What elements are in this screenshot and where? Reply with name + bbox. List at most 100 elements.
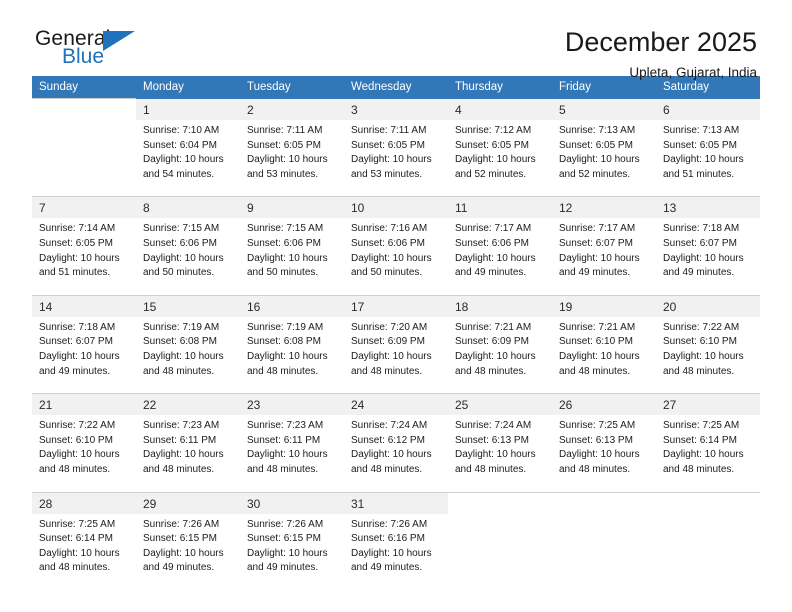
day-number[interactable]: 31 [344, 491, 448, 514]
day-cell[interactable]: Sunrise: 7:17 AM Sunset: 6:07 PM Daylight:… [552, 218, 656, 296]
daylight-text-line2: and 48 minutes. [663, 365, 735, 377]
day-cell[interactable]: Sunrise: 7:26 AM Sunset: 6:15 PM Daylight:… [136, 513, 240, 590]
day-number[interactable]: 15 [136, 294, 240, 317]
day-number[interactable]: 27 [656, 393, 760, 416]
day-cell[interactable]: Sunrise: 7:24 AM Sunset: 6:13 PM Daylight:… [448, 415, 552, 492]
day-number[interactable]: 24 [344, 393, 448, 416]
day-cell[interactable]: Sunrise: 7:22 AM Sunset: 6:10 PM Daylight:… [656, 316, 760, 394]
day-number[interactable]: 9 [240, 196, 344, 219]
sunset-text: Sunset: 6:05 PM [351, 139, 425, 151]
day-cell[interactable]: Sunrise: 7:18 AM Sunset: 6:07 PM Daylight:… [656, 218, 760, 296]
day-cell[interactable]: Sunrise: 7:17 AM Sunset: 6:06 PM Daylight:… [448, 218, 552, 296]
day-number[interactable]: 16 [240, 294, 344, 317]
day-number[interactable]: 2 [240, 98, 344, 120]
day-cell-empty [32, 120, 136, 197]
day-cell[interactable]: Sunrise: 7:23 AM Sunset: 6:11 PM Daylight:… [136, 415, 240, 492]
general-blue-logo[interactable]: General Blue [35, 28, 155, 74]
daylight-text-line2: and 49 minutes. [663, 267, 735, 279]
day-number[interactable]: 20 [656, 294, 760, 317]
day-cell[interactable]: Sunrise: 7:20 AM Sunset: 6:09 PM Daylight:… [344, 316, 448, 394]
day-cell[interactable]: Sunrise: 7:26 AM Sunset: 6:15 PM Daylight:… [240, 513, 344, 590]
sunset-text: Sunset: 6:15 PM [247, 533, 321, 545]
day-cell[interactable]: Sunrise: 7:12 AM Sunset: 6:05 PM Daylight:… [448, 120, 552, 197]
day-cell[interactable]: Sunrise: 7:11 AM Sunset: 6:05 PM Daylight:… [240, 120, 344, 197]
sunrise-text: Sunrise: 7:18 AM [663, 223, 740, 235]
daylight-text-line1: Daylight: 10 hours [39, 547, 120, 559]
daylight-text-line2: and 49 minutes. [559, 267, 631, 279]
week-daynumber-row: 14 15 16 17 18 19 20 [32, 294, 760, 317]
day-cell[interactable]: Sunrise: 7:10 AM Sunset: 6:04 PM Daylight:… [136, 120, 240, 197]
sunset-text: Sunset: 6:11 PM [143, 434, 217, 446]
day-cell[interactable]: Sunrise: 7:24 AM Sunset: 6:12 PM Daylight:… [344, 415, 448, 492]
day-number[interactable]: 26 [552, 393, 656, 416]
day-cell[interactable]: Sunrise: 7:26 AM Sunset: 6:16 PM Daylight:… [344, 513, 448, 590]
day-cell[interactable]: Sunrise: 7:19 AM Sunset: 6:08 PM Daylight:… [240, 316, 344, 394]
day-number[interactable]: 17 [344, 294, 448, 317]
day-cell[interactable]: Sunrise: 7:15 AM Sunset: 6:06 PM Daylight:… [136, 218, 240, 296]
day-cell[interactable]: Sunrise: 7:25 AM Sunset: 6:14 PM Daylight:… [656, 415, 760, 492]
daylight-text-line1: Daylight: 10 hours [143, 350, 224, 362]
sunset-text: Sunset: 6:07 PM [39, 336, 113, 348]
daylight-text-line2: and 53 minutes. [351, 168, 423, 180]
day-cell[interactable]: Sunrise: 7:18 AM Sunset: 6:07 PM Daylight:… [32, 316, 136, 394]
sunrise-text: Sunrise: 7:26 AM [247, 518, 324, 530]
triangle-icon [103, 31, 135, 51]
day-number[interactable]: 10 [344, 196, 448, 219]
sunset-text: Sunset: 6:10 PM [39, 434, 113, 446]
sunrise-text: Sunrise: 7:22 AM [663, 321, 740, 333]
day-number[interactable]: 22 [136, 393, 240, 416]
day-number[interactable]: 8 [136, 196, 240, 219]
daylight-text-line2: and 53 minutes. [247, 168, 319, 180]
sunrise-text: Sunrise: 7:13 AM [559, 125, 636, 136]
day-number-empty [656, 491, 760, 514]
day-cell[interactable]: Sunrise: 7:11 AM Sunset: 6:05 PM Daylight:… [344, 120, 448, 197]
day-cell[interactable]: Sunrise: 7:21 AM Sunset: 6:09 PM Daylight:… [448, 316, 552, 394]
day-number[interactable]: 12 [552, 196, 656, 219]
day-number[interactable]: 5 [552, 98, 656, 120]
week-info-row: Sunrise: 7:25 AM Sunset: 6:14 PM Daylight:… [32, 513, 760, 590]
day-number[interactable]: 21 [32, 393, 136, 416]
daylight-text-line2: and 49 minutes. [143, 562, 215, 574]
day-cell[interactable]: Sunrise: 7:25 AM Sunset: 6:14 PM Daylight:… [32, 513, 136, 590]
day-number[interactable]: 29 [136, 491, 240, 514]
sunrise-text: Sunrise: 7:13 AM [663, 125, 740, 136]
location-subtitle: Upleta, Gujarat, India [629, 64, 757, 80]
day-cell[interactable]: Sunrise: 7:21 AM Sunset: 6:10 PM Daylight:… [552, 316, 656, 394]
day-number[interactable]: 19 [552, 294, 656, 317]
sunset-text: Sunset: 6:05 PM [247, 139, 321, 151]
day-cell[interactable]: Sunrise: 7:13 AM Sunset: 6:05 PM Daylight:… [656, 120, 760, 197]
day-cell[interactable]: Sunrise: 7:19 AM Sunset: 6:08 PM Daylight:… [136, 316, 240, 394]
day-number[interactable]: 30 [240, 491, 344, 514]
daylight-text-line1: Daylight: 10 hours [247, 547, 328, 559]
day-number[interactable]: 7 [32, 196, 136, 219]
day-cell[interactable]: Sunrise: 7:15 AM Sunset: 6:06 PM Daylight:… [240, 218, 344, 296]
sunrise-text: Sunrise: 7:24 AM [455, 420, 532, 432]
day-cell[interactable]: Sunrise: 7:25 AM Sunset: 6:13 PM Daylight:… [552, 415, 656, 492]
daylight-text-line1: Daylight: 10 hours [143, 252, 224, 264]
day-cell[interactable]: Sunrise: 7:22 AM Sunset: 6:10 PM Daylight:… [32, 415, 136, 492]
day-number[interactable]: 11 [448, 196, 552, 219]
daylight-text-line2: and 48 minutes. [351, 463, 423, 475]
day-number-empty [32, 98, 136, 120]
day-number[interactable]: 14 [32, 294, 136, 317]
sunrise-text: Sunrise: 7:23 AM [143, 420, 220, 432]
day-number[interactable]: 3 [344, 98, 448, 120]
day-number[interactable]: 28 [32, 491, 136, 514]
day-number[interactable]: 18 [448, 294, 552, 317]
sunset-text: Sunset: 6:08 PM [143, 336, 217, 348]
sunrise-text: Sunrise: 7:24 AM [351, 420, 428, 432]
day-number[interactable]: 4 [448, 98, 552, 120]
day-cell[interactable]: Sunrise: 7:23 AM Sunset: 6:11 PM Daylight:… [240, 415, 344, 492]
day-number[interactable]: 13 [656, 196, 760, 219]
daylight-text-line1: Daylight: 10 hours [455, 252, 536, 264]
day-number[interactable]: 23 [240, 393, 344, 416]
day-number[interactable]: 1 [136, 98, 240, 120]
day-cell[interactable]: Sunrise: 7:13 AM Sunset: 6:05 PM Daylight:… [552, 120, 656, 197]
daylight-text-line1: Daylight: 10 hours [559, 252, 640, 264]
sunset-text: Sunset: 6:08 PM [247, 336, 321, 348]
daylight-text-line1: Daylight: 10 hours [247, 252, 328, 264]
day-cell[interactable]: Sunrise: 7:14 AM Sunset: 6:05 PM Daylight:… [32, 218, 136, 296]
day-number[interactable]: 6 [656, 98, 760, 120]
day-cell[interactable]: Sunrise: 7:16 AM Sunset: 6:06 PM Daylight:… [344, 218, 448, 296]
day-number[interactable]: 25 [448, 393, 552, 416]
